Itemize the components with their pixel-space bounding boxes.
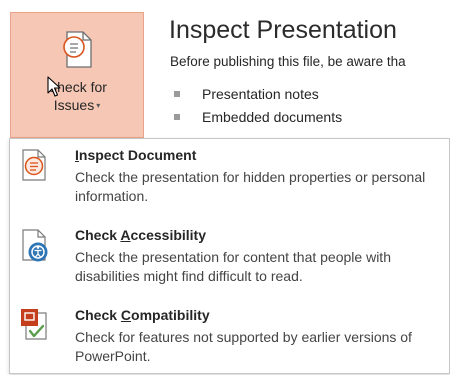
check-for-issues-menu: Inspect Document Check the presentation … [9,138,450,374]
accessibility-check-icon [22,229,48,262]
compatibility-check-icon [21,309,47,340]
inspect-description: Before publishing this file, be aware th… [170,54,406,69]
bullet-square-icon [174,113,180,120]
check-for-issues-button[interactable]: Check for Issues ▾ [10,12,144,138]
menu-item-inspect-document[interactable]: Inspect Document Check the presentation … [10,143,449,215]
menu-item-description: Check for features not supported by earl… [75,329,412,364]
inspect-document-icon [63,31,92,68]
chevron-down-icon: ▾ [96,101,101,110]
mouse-cursor-icon [47,76,61,97]
inspect-bullet-list: Presentation notes Embedded documents [174,82,342,128]
bullet-item: Presentation notes [174,82,342,105]
menu-item-check-accessibility[interactable]: Check Accessibility Check the presentati… [10,223,449,295]
bullet-item: Embedded documents [174,105,342,128]
menu-item-title: Check Compatibility [75,307,210,323]
menu-item-title: Check Accessibility [75,227,207,243]
inspect-document-icon [22,149,46,181]
menu-item-description: Check the presentation for content that … [75,249,391,284]
inspect-presentation-title: Inspect Presentation [169,16,397,44]
menu-item-title: Inspect Document [75,147,197,163]
bullet-square-icon [174,90,180,97]
check-for-label: Check for [47,79,107,95]
issues-label: Issues ▾ [53,97,101,113]
menu-item-description: Check the presentation for hidden proper… [75,169,426,204]
menu-item-check-compatibility[interactable]: Check Compatibility Check for features n… [10,303,449,375]
